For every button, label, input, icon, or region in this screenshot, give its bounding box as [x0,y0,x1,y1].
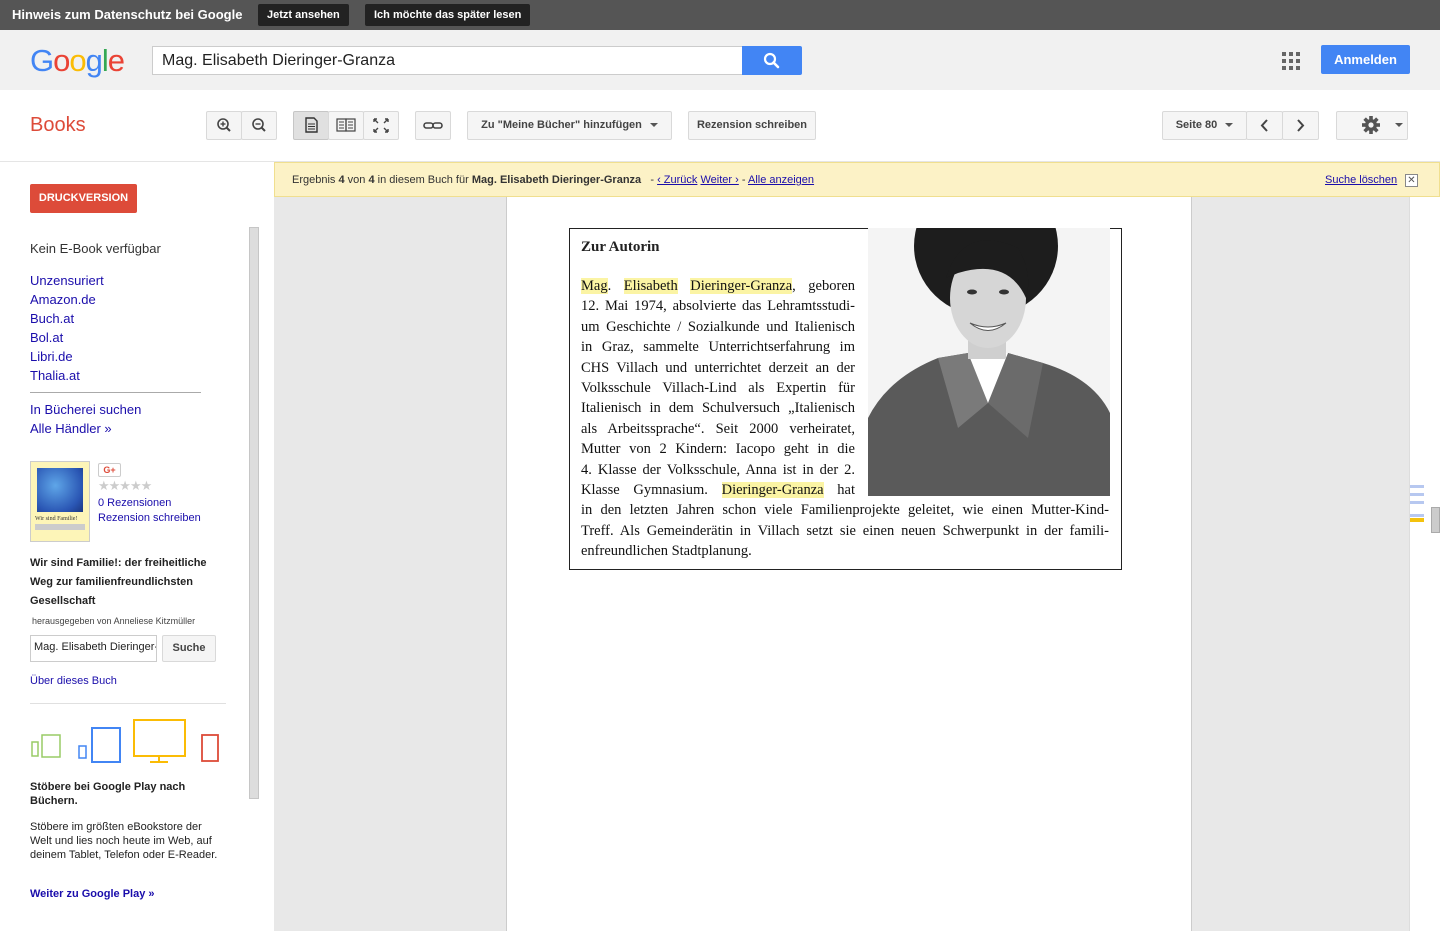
seller-link-buch[interactable]: Buch.at [30,311,74,326]
reviews-count-link[interactable]: 0 Rezensionen [98,497,171,509]
result-marker[interactable] [1410,501,1424,504]
all-sellers-link[interactable]: Alle Händler » [30,421,112,436]
link-icon [423,122,443,129]
seller-link-amazon[interactable]: Amazon.de [30,292,96,307]
write-review-link[interactable]: Rezension schreiben [98,512,201,524]
divider [30,392,201,393]
rating-stars: ★★★★★ [98,478,152,493]
book-editor: herausgegeben von Anneliese Kitzmüller [32,616,196,626]
play-text: Stöbere im größten eBookstore der Welt u… [30,821,218,861]
zoom-out-button[interactable] [241,111,277,140]
privacy-bar: Hinweis zum Datenschutz bei Google Jetzt… [0,0,1440,30]
previous-result-link[interactable]: ‹ Zurück [657,174,697,186]
book-title: Wir sind Familie!: der freiheitliche Weg… [30,557,207,607]
page-select-button[interactable]: Seite 80 [1162,111,1247,140]
single-page-icon [305,117,318,133]
author-box: Zur Autorin Mag. Elisabeth Dieringer-Gra… [569,228,1122,570]
single-page-view-button[interactable] [293,111,329,140]
print-version-button[interactable]: DRUCKVERSION [30,184,137,213]
seller-link-libri[interactable]: Libri.de [30,349,73,364]
chevron-down-icon [649,123,658,128]
close-icon[interactable]: ✕ [1405,174,1418,187]
play-heading: Stöbere bei Google Play nach Büchern. [30,781,186,807]
privacy-later-button[interactable]: Ich möchte das später lesen [365,4,531,26]
sidebar-scrollbar[interactable] [249,227,259,799]
previous-page-button[interactable] [1246,111,1283,140]
in-book-search-button[interactable]: Suche [162,635,216,662]
search-highlight: Dieringer-Granza [721,482,824,499]
chevron-right-icon [1297,119,1305,132]
search-highlight: Dieringer-Granza [690,278,793,294]
google-plus-icon[interactable]: G+ [98,463,121,477]
viewer-scrollbar[interactable] [1409,197,1440,931]
google-play-link[interactable]: Weiter zu Google Play » [30,888,155,900]
chevron-left-icon [1260,119,1268,132]
google-logo[interactable]: Google [30,43,125,79]
divider [30,703,226,704]
result-marker[interactable] [1410,514,1424,517]
clear-search-link[interactable]: Suche löschen [1325,174,1397,186]
devices-illustration [31,719,219,763]
privacy-view-button[interactable]: Jetzt ansehen [258,4,349,26]
result-marker[interactable] [1410,493,1424,496]
no-ebook-label: Kein E-Book verfügbar [30,241,161,256]
search-highlight: Mag [581,278,608,294]
book-viewer[interactable]: Zur Autorin Mag. Elisabeth Dieringer-Gra… [274,197,1409,931]
search-input[interactable]: Mag. Elisabeth Dieringer-Granza [152,46,743,75]
fullscreen-icon [373,118,389,133]
books-toolbar: Books Zu "Meine Bücher" hinzufügen Rezen… [0,90,1440,162]
search-highlight: Elisabeth [623,278,678,294]
search-button[interactable] [742,46,802,75]
privacy-text: Hinweis zum Datenschutz bei Google [12,7,243,22]
add-to-my-books-label: Zu "Meine Bücher" hinzufügen [481,119,642,131]
search-icon [763,52,780,69]
library-search-link[interactable]: In Bücherei suchen [30,402,141,417]
chevron-down-icon [1225,123,1234,128]
settings-button[interactable] [1336,111,1408,140]
author-bio: Mag. Elisabeth Dieringer-Granza, geboren… [581,278,1109,560]
apps-grid-icon[interactable] [1282,52,1300,70]
left-sidebar: DRUCKVERSION Kein E-Book verfügbar Unzen… [0,162,274,931]
link-button[interactable] [415,111,451,140]
cover-title: Wir sind Familie! [35,516,78,522]
page-select-label: Seite 80 [1175,119,1218,131]
current-result-marker[interactable] [1410,518,1424,522]
two-page-icon [336,118,356,132]
fullscreen-button[interactable] [363,111,399,140]
books-label[interactable]: Books [30,114,86,137]
book-cover[interactable]: Wir sind Familie! [30,461,90,542]
next-page-button[interactable] [1282,111,1319,140]
seller-link-bol[interactable]: Bol.at [30,330,63,345]
scrollbar-thumb[interactable] [1431,507,1440,533]
result-marker[interactable] [1410,485,1424,488]
author-box-title: Zur Autorin [581,239,660,255]
zoom-out-icon [252,118,266,132]
write-review-button[interactable]: Rezension schreiben [688,111,816,140]
book-page: Zur Autorin Mag. Elisabeth Dieringer-Gra… [506,197,1192,931]
zoom-in-icon [217,118,231,132]
seller-link-unzensuriert[interactable]: Unzensuriert [30,273,104,288]
chevron-down-icon [1395,123,1403,128]
about-book-link[interactable]: Über dieses Buch [30,675,117,687]
next-result-link[interactable]: Weiter › [700,174,738,186]
result-summary: Ergebnis 4 von 4 in diesem Buch für Mag.… [292,174,815,186]
zoom-in-button[interactable] [206,111,242,140]
seller-link-thalia[interactable]: Thalia.at [30,368,80,383]
signin-button[interactable]: Anmelden [1321,45,1410,74]
show-all-results-link[interactable]: Alle anzeigen [748,174,814,186]
add-to-my-books-button[interactable]: Zu "Meine Bücher" hinzufügen [467,111,672,140]
search-result-banner: Ergebnis 4 von 4 in diesem Buch für Mag.… [274,162,1440,197]
gear-icon [1362,116,1380,134]
header: Google Mag. Elisabeth Dieringer-Granza [0,30,1440,90]
in-book-search-input[interactable]: Mag. Elisabeth Dieringer-Granza [30,635,157,662]
two-page-view-button[interactable] [328,111,364,140]
